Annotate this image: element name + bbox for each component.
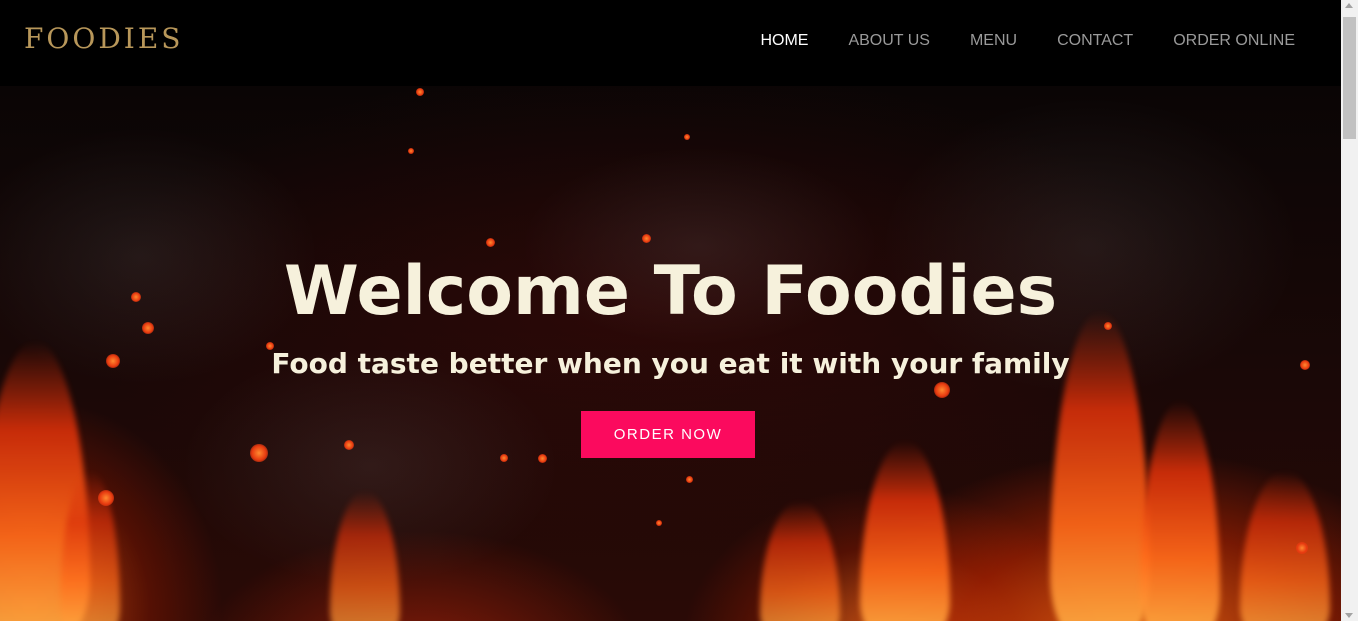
ember-spark bbox=[1296, 542, 1308, 554]
main-nav: HOME ABOUT US MENU CONTACT ORDER ONLINE bbox=[720, 32, 1295, 50]
chevron-up-icon[interactable] bbox=[1345, 3, 1353, 8]
flame-shape bbox=[1240, 471, 1330, 621]
ember-spark bbox=[934, 382, 950, 398]
ember-spark bbox=[686, 476, 693, 483]
ember-spark bbox=[416, 88, 424, 96]
ember-spark bbox=[656, 520, 662, 526]
ember-spark bbox=[500, 454, 508, 462]
hero-subtitle: Food taste better when you eat it with y… bbox=[271, 347, 1070, 380]
navbar: FOODIES HOME ABOUT US MENU CONTACT ORDER… bbox=[0, 0, 1341, 86]
flame-shape bbox=[860, 441, 950, 621]
scrollbar-thumb[interactable] bbox=[1343, 17, 1356, 139]
site-logo[interactable]: FOODIES bbox=[24, 22, 183, 55]
flame-shape bbox=[1140, 401, 1220, 621]
nav-item-order-online[interactable]: ORDER ONLINE bbox=[1173, 32, 1295, 50]
chevron-down-icon[interactable] bbox=[1345, 613, 1353, 618]
nav-item-home[interactable]: HOME bbox=[760, 32, 808, 50]
order-now-button[interactable]: ORDER NOW bbox=[581, 411, 755, 458]
ember-spark bbox=[250, 444, 268, 462]
nav-item-menu[interactable]: MENU bbox=[970, 32, 1017, 50]
ember-spark bbox=[642, 234, 651, 243]
ember-spark bbox=[344, 440, 354, 450]
page: FOODIES HOME ABOUT US MENU CONTACT ORDER… bbox=[0, 0, 1358, 621]
vertical-scrollbar[interactable] bbox=[1341, 0, 1358, 621]
flame-shape bbox=[760, 501, 840, 621]
ember-spark bbox=[538, 454, 547, 463]
ember-spark bbox=[98, 490, 114, 506]
hero-section: Welcome To Foodies Food taste better whe… bbox=[0, 86, 1341, 621]
ember-spark bbox=[408, 148, 414, 154]
nav-item-about-us[interactable]: ABOUT US bbox=[848, 32, 930, 50]
ember-spark bbox=[684, 134, 690, 140]
ember-spark bbox=[486, 238, 495, 247]
hero-title: Welcome To Foodies bbox=[283, 252, 1058, 331]
nav-item-contact[interactable]: CONTACT bbox=[1057, 32, 1133, 50]
